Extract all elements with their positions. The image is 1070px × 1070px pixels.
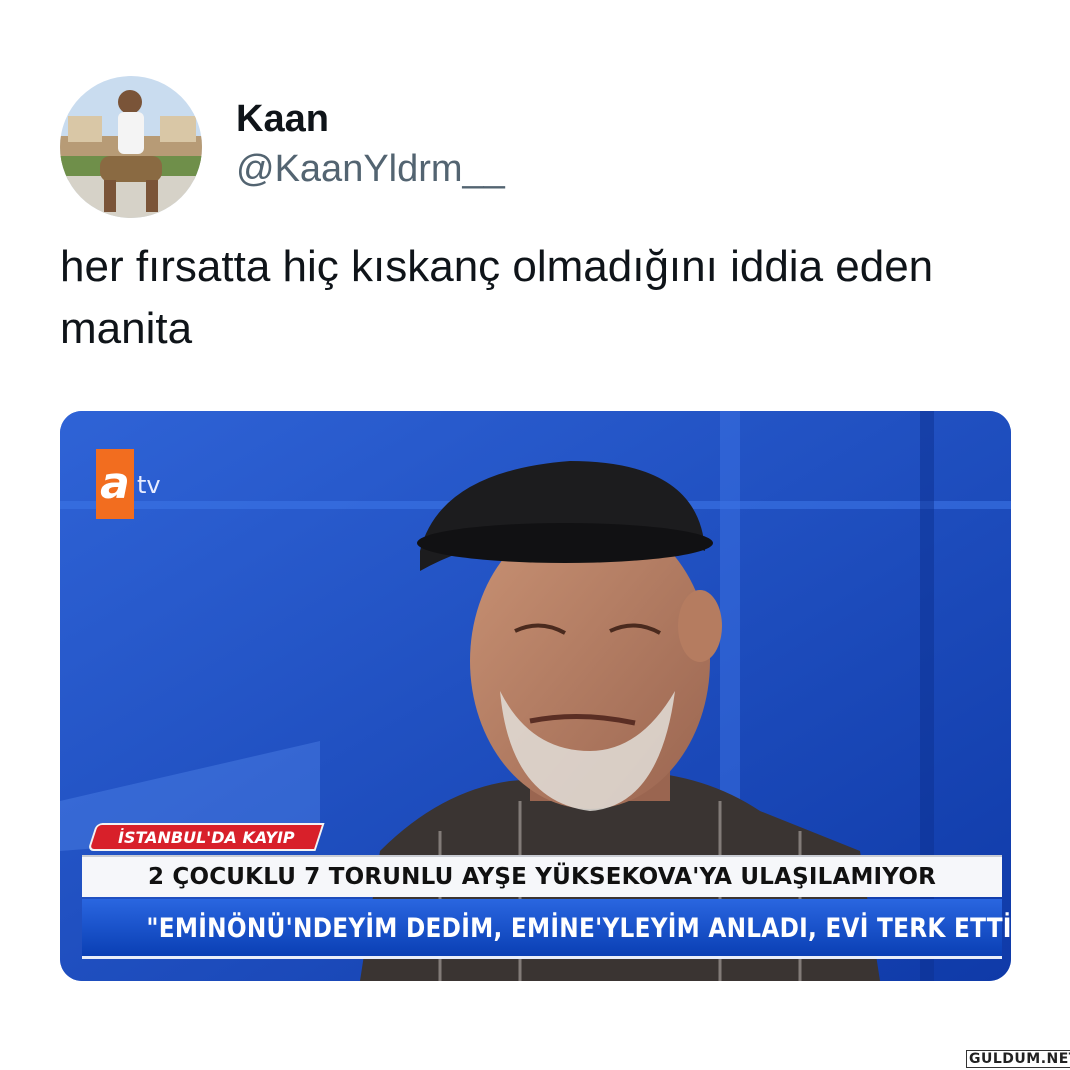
tweet-text: her fırsatta hiç kıskanç olmadığını iddi…	[60, 242, 934, 353]
user-handle[interactable]: @KaanYldrm__	[236, 148, 505, 191]
site-watermark: GULDUM.NET	[966, 1050, 1070, 1068]
news-subheadline: "EMİNÖNÜ'NDEYİM DEDİM, EMİNE'YLEYİM ANLA…	[146, 913, 1011, 944]
avatar-photo	[60, 76, 202, 218]
display-name[interactable]: Kaan	[236, 98, 329, 141]
tweet-media[interactable]: a tv İSTANBUL'DA KAYIP 2 ÇOCUKLU 7 TORUN…	[60, 411, 1011, 981]
location-tag: İSTANBUL'DA KAYIP	[118, 828, 295, 847]
atv-logo: a tv	[96, 449, 161, 519]
atv-logo-suffix: tv	[137, 471, 161, 499]
news-headline: 2 ÇOCUKLU 7 TORUNLU AYŞE YÜKSEKOVA'YA UL…	[147, 864, 937, 890]
avatar[interactable]	[60, 76, 202, 218]
atv-logo-mark: a	[96, 449, 134, 519]
